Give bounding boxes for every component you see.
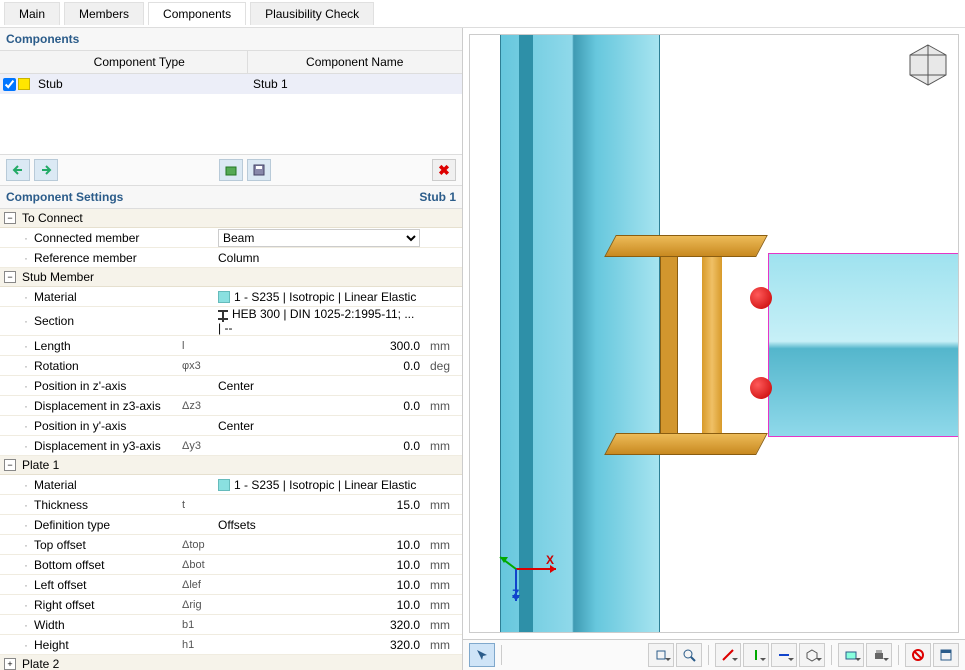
disp-z-value[interactable]: 0.0 — [218, 399, 426, 413]
property-tree[interactable]: −To Connect Connected memberBeam Referen… — [0, 209, 462, 670]
material-swatch-icon — [218, 291, 230, 303]
collapse-icon[interactable]: − — [4, 212, 16, 224]
left-panel: Components Component Type Component Name… — [0, 28, 463, 670]
stub-flange-top — [604, 235, 768, 257]
row-name: Stub 1 — [247, 74, 462, 94]
beam-3d — [768, 253, 959, 437]
right-panel: XZ — [463, 28, 965, 670]
move-down-button[interactable] — [34, 159, 58, 181]
rotation-value[interactable]: 0.0 — [218, 359, 426, 373]
display-mode-button[interactable] — [838, 643, 864, 667]
plate-3d — [660, 235, 678, 455]
axis-z-button[interactable] — [771, 643, 797, 667]
tab-components[interactable]: Components — [148, 2, 246, 25]
row-type: Stub — [32, 74, 247, 94]
stub-web — [702, 257, 722, 433]
bolt-icon — [750, 287, 772, 309]
group-to-connect[interactable]: −To Connect — [0, 209, 462, 228]
3d-viewport[interactable]: XZ — [469, 34, 959, 633]
delete-button[interactable]: ✖ — [432, 159, 456, 181]
import-button[interactable] — [219, 159, 243, 181]
connected-member-select[interactable]: Beam — [218, 229, 420, 247]
stub-flange-bottom — [604, 433, 768, 455]
right-offset-value[interactable]: 10.0 — [218, 598, 426, 612]
col-header-name: Component Name — [248, 51, 463, 73]
print-button[interactable] — [866, 643, 892, 667]
material-swatch-icon — [218, 479, 230, 491]
row-checkbox[interactable] — [3, 78, 16, 91]
top-offset-value[interactable]: 10.0 — [218, 538, 426, 552]
select-mode-button[interactable] — [469, 643, 495, 667]
reference-member-value: Column — [218, 251, 426, 265]
close-icon: ✖ — [438, 162, 450, 179]
tab-plausibility[interactable]: Plausibility Check — [250, 2, 374, 25]
iso-view-button[interactable] — [799, 643, 825, 667]
top-tabs: Main Members Components Plausibility Che… — [0, 0, 965, 28]
collapse-icon[interactable]: − — [4, 271, 16, 283]
length-value[interactable]: 300.0 — [218, 339, 426, 353]
pos-y-value[interactable]: Center — [218, 419, 426, 433]
stub-material-value[interactable]: 1 - S235 | Isotropic | Linear Elastic — [218, 290, 426, 304]
group-plate1[interactable]: −Plate 1 — [0, 456, 462, 475]
settings-header: Component Settings Stub 1 — [0, 186, 462, 209]
expand-icon[interactable]: + — [4, 658, 16, 670]
collapse-icon[interactable]: − — [4, 459, 16, 471]
tab-members[interactable]: Members — [64, 2, 144, 25]
width-value[interactable]: 320.0 — [218, 618, 426, 632]
col-header-type: Component Type — [32, 51, 248, 73]
viewcube-icon[interactable] — [906, 43, 950, 87]
axis-x-button[interactable] — [715, 643, 741, 667]
table-row[interactable]: Stub Stub 1 — [0, 74, 462, 94]
components-header: Components — [0, 28, 462, 51]
disp-y-value[interactable]: 0.0 — [218, 439, 426, 453]
components-table: Component Type Component Name Stub Stub … — [0, 51, 462, 155]
height-value[interactable]: 320.0 — [218, 638, 426, 652]
left-offset-value[interactable]: 10.0 — [218, 578, 426, 592]
zoom-extents-button[interactable] — [676, 643, 702, 667]
section-icon — [218, 310, 228, 320]
view-preset-button[interactable] — [648, 643, 674, 667]
view-toolbar — [463, 639, 965, 670]
color-swatch-icon — [18, 78, 30, 90]
axis-triad-icon: XZ — [498, 551, 568, 614]
new-window-button[interactable] — [933, 643, 959, 667]
axis-y-button[interactable] — [743, 643, 769, 667]
bottom-offset-value[interactable]: 10.0 — [218, 558, 426, 572]
components-toolbar: ✖ — [0, 155, 462, 186]
column-3d — [500, 35, 660, 633]
group-stub-member[interactable]: −Stub Member — [0, 268, 462, 287]
save-button[interactable] — [247, 159, 271, 181]
plate1-material-value[interactable]: 1 - S235 | Isotropic | Linear Elastic — [218, 478, 426, 492]
tab-main[interactable]: Main — [4, 2, 60, 25]
bolt-icon — [750, 377, 772, 399]
deftype-value[interactable]: Offsets — [218, 518, 426, 532]
group-plate2[interactable]: +Plate 2 — [0, 655, 462, 670]
stub-section-value[interactable]: HEB 300 | DIN 1025-2:1995-11; ... | -- — [218, 307, 426, 335]
thickness-value[interactable]: 15.0 — [218, 498, 426, 512]
settings-subtitle: Stub 1 — [419, 190, 456, 204]
move-up-button[interactable] — [6, 159, 30, 181]
reset-button[interactable] — [905, 643, 931, 667]
pos-z-value[interactable]: Center — [218, 379, 426, 393]
